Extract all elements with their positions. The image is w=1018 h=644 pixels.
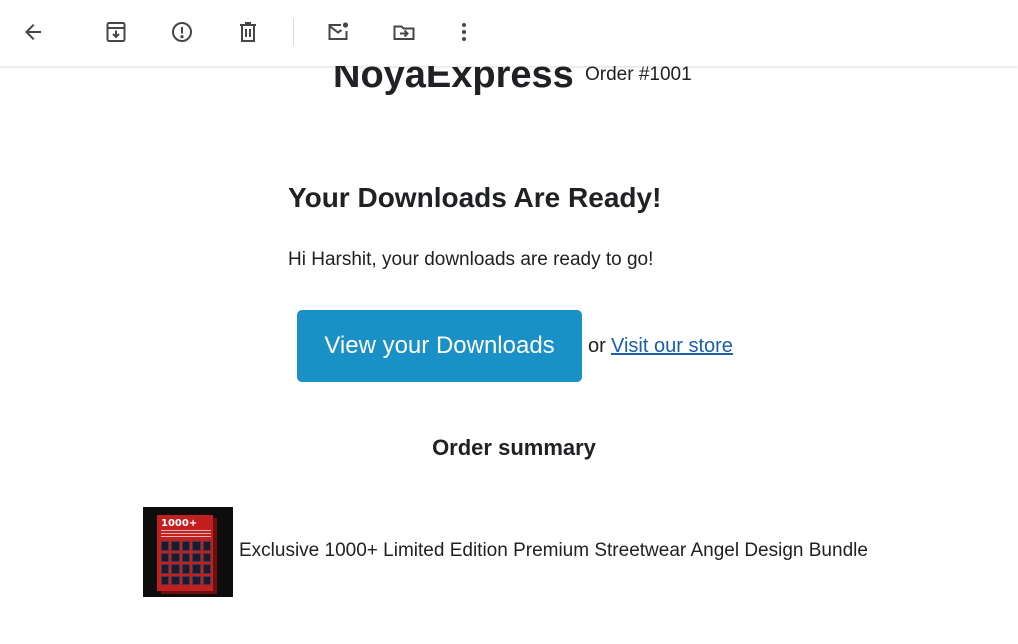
- product-box-subtitle-lines: [161, 530, 211, 538]
- product-box-design-grid: [161, 541, 211, 585]
- email-toolbar: [0, 0, 1018, 66]
- toolbar-divider: [293, 18, 294, 46]
- or-text: or: [588, 335, 606, 357]
- greeting-text: Hi Harshit, your downloads are ready to …: [288, 249, 654, 270]
- order-summary-title: Order summary: [432, 435, 596, 460]
- move-to-icon: [393, 25, 415, 40]
- arrow-left-icon: [25, 24, 41, 40]
- email-body: NoyaExpress Order #1001 Your Downloads A…: [0, 0, 1018, 644]
- product-box-title: 1000+: [161, 518, 198, 529]
- move-to-button[interactable]: [384, 12, 424, 52]
- product-thumbnail: 1000+: [143, 507, 233, 597]
- mark-unread-button[interactable]: [318, 12, 358, 52]
- mark-unread-icon: [328, 22, 349, 40]
- archive-icon: [106, 22, 126, 42]
- email-heading: Your Downloads Are Ready!: [288, 182, 662, 213]
- delete-button[interactable]: [228, 12, 268, 52]
- more-vert-icon: [462, 23, 466, 41]
- report-spam-button[interactable]: [162, 12, 202, 52]
- back-button[interactable]: [13, 12, 53, 52]
- product-name: Exclusive 1000+ Limited Edition Premium …: [239, 540, 868, 561]
- archive-button[interactable]: [96, 12, 136, 52]
- view-downloads-button[interactable]: View your Downloads: [297, 310, 582, 382]
- more-options-button[interactable]: [444, 12, 484, 52]
- visit-store-link[interactable]: Visit our store: [611, 334, 733, 358]
- order-number: Order #1001: [585, 64, 692, 85]
- report-spam-icon: [172, 22, 192, 42]
- trash-icon: [240, 22, 256, 42]
- email-view: NoyaExpress Order #1001 Your Downloads A…: [0, 0, 1018, 644]
